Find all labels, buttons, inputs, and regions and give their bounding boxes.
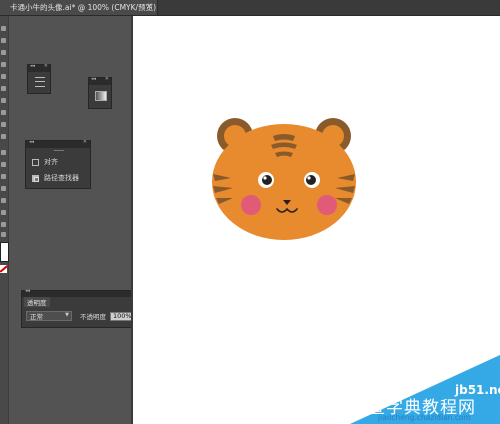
paintbrush-tool-icon[interactable] — [1, 122, 6, 127]
align-panel-item[interactable]: 对齐 — [32, 156, 58, 168]
tab-transparency-label: 透明度 — [27, 299, 47, 307]
type-tool-icon[interactable] — [1, 86, 6, 91]
rotate-tool-icon[interactable] — [1, 150, 6, 155]
chevron-down-icon: ▼ — [65, 312, 69, 318]
panel-header — [28, 63, 50, 72]
line-tool-icon[interactable] — [1, 98, 6, 103]
zoom-tool-icon[interactable] — [1, 232, 6, 237]
opacity-label: 不透明度 — [80, 313, 106, 321]
tiger-face — [212, 124, 356, 240]
selection-tool-icon[interactable] — [1, 26, 6, 31]
blend-mode-value: 正常 — [30, 313, 43, 321]
collapsed-panel-gradient[interactable] — [88, 76, 112, 109]
panel-header: ◂◂ ✕ — [26, 139, 90, 148]
magic-wand-tool-icon[interactable] — [1, 50, 6, 55]
document-tab[interactable]: 卡通小牛的头像.ai* @ 100% (CMYK/预览) × — [0, 0, 158, 15]
panel-header — [89, 76, 111, 85]
panel-grip[interactable] — [54, 150, 64, 151]
blend-mode-select[interactable]: 正常 ▼ — [26, 311, 72, 321]
gradient-panel-icon[interactable] — [95, 91, 107, 101]
none-color-icon[interactable] — [0, 265, 7, 273]
fill-color-swatch[interactable] — [0, 242, 9, 262]
tab-transparency[interactable]: 透明度 — [24, 297, 50, 307]
watermark-url: jiaocheng.chazidian.com — [378, 413, 471, 422]
collapsed-panel-layers[interactable] — [27, 63, 51, 94]
align-pathfinder-panel: ◂◂ ✕ 对齐 路径查找器 — [25, 139, 91, 189]
direct-selection-tool-icon[interactable] — [1, 38, 6, 43]
close-tab-icon[interactable]: × — [145, 2, 153, 12]
width-tool-icon[interactable] — [1, 174, 6, 179]
right-cheek-blush — [317, 195, 337, 215]
left-cheek-blush — [241, 195, 261, 215]
lasso-tool-icon[interactable] — [1, 62, 6, 67]
align-label: 对齐 — [44, 158, 58, 166]
align-icon — [32, 158, 39, 166]
pathfinder-panel-item[interactable]: 路径查找器 — [32, 172, 79, 184]
pen-tool-icon[interactable] — [1, 74, 6, 79]
scale-tool-icon[interactable] — [1, 162, 6, 167]
opacity-value: 100% — [113, 312, 132, 320]
right-eye — [304, 172, 320, 188]
document-title: 卡通小牛的头像.ai* @ 100% (CMYK/预览) — [10, 3, 156, 12]
collapse-panel-icon[interactable]: ◂◂ — [29, 139, 34, 145]
layers-panel-icon[interactable] — [35, 77, 45, 87]
eyedropper-tool-icon[interactable] — [1, 210, 6, 215]
hand-tool-icon[interactable] — [1, 222, 6, 227]
pathfinder-label: 路径查找器 — [44, 174, 79, 182]
pencil-tool-icon[interactable] — [1, 134, 6, 139]
left-eye — [258, 172, 274, 188]
rectangle-tool-icon[interactable] — [1, 110, 6, 115]
pathfinder-icon — [32, 174, 39, 182]
document-tab-bar: 卡通小牛的头像.ai* @ 100% (CMYK/预览) × — [0, 0, 500, 16]
shape-builder-tool-icon[interactable] — [1, 186, 6, 191]
tiger-head-artwork[interactable] — [211, 114, 361, 242]
gradient-tool-icon[interactable] — [1, 198, 6, 203]
collapse-panel-icon[interactable]: ◂◂ — [25, 288, 30, 294]
tools-panel — [0, 16, 9, 424]
close-panel-icon[interactable]: ✕ — [83, 139, 87, 145]
